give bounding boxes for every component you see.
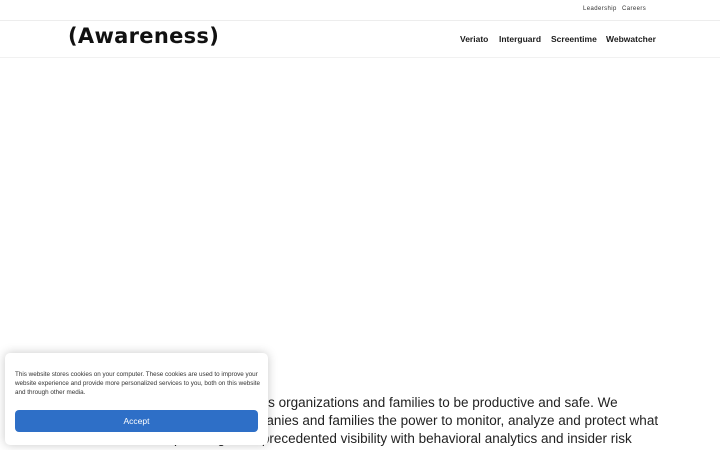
topbar-link-leadership[interactable]: Leadership xyxy=(583,6,617,12)
topbar-link-careers[interactable]: Careers xyxy=(622,6,646,12)
nav-item-webwatcher[interactable]: Webwatcher xyxy=(606,34,656,44)
accept-cookies-button[interactable]: Accept xyxy=(15,410,258,432)
nav-item-veriato[interactable]: Veriato xyxy=(460,34,488,44)
nav-item-interguard[interactable]: Interguard xyxy=(499,34,541,44)
cookie-consent-banner: This website stores cookies on your comp… xyxy=(5,353,268,445)
nav-item-screentime[interactable]: Screentime xyxy=(551,34,597,44)
top-utility-bar: Leadership Careers xyxy=(0,0,720,21)
cookie-notice-text: This website stores cookies on your comp… xyxy=(15,371,261,396)
main-header: (Awareness) Veriato Interguard Screentim… xyxy=(0,21,720,58)
awareness-logo[interactable]: (Awareness) xyxy=(68,24,219,48)
